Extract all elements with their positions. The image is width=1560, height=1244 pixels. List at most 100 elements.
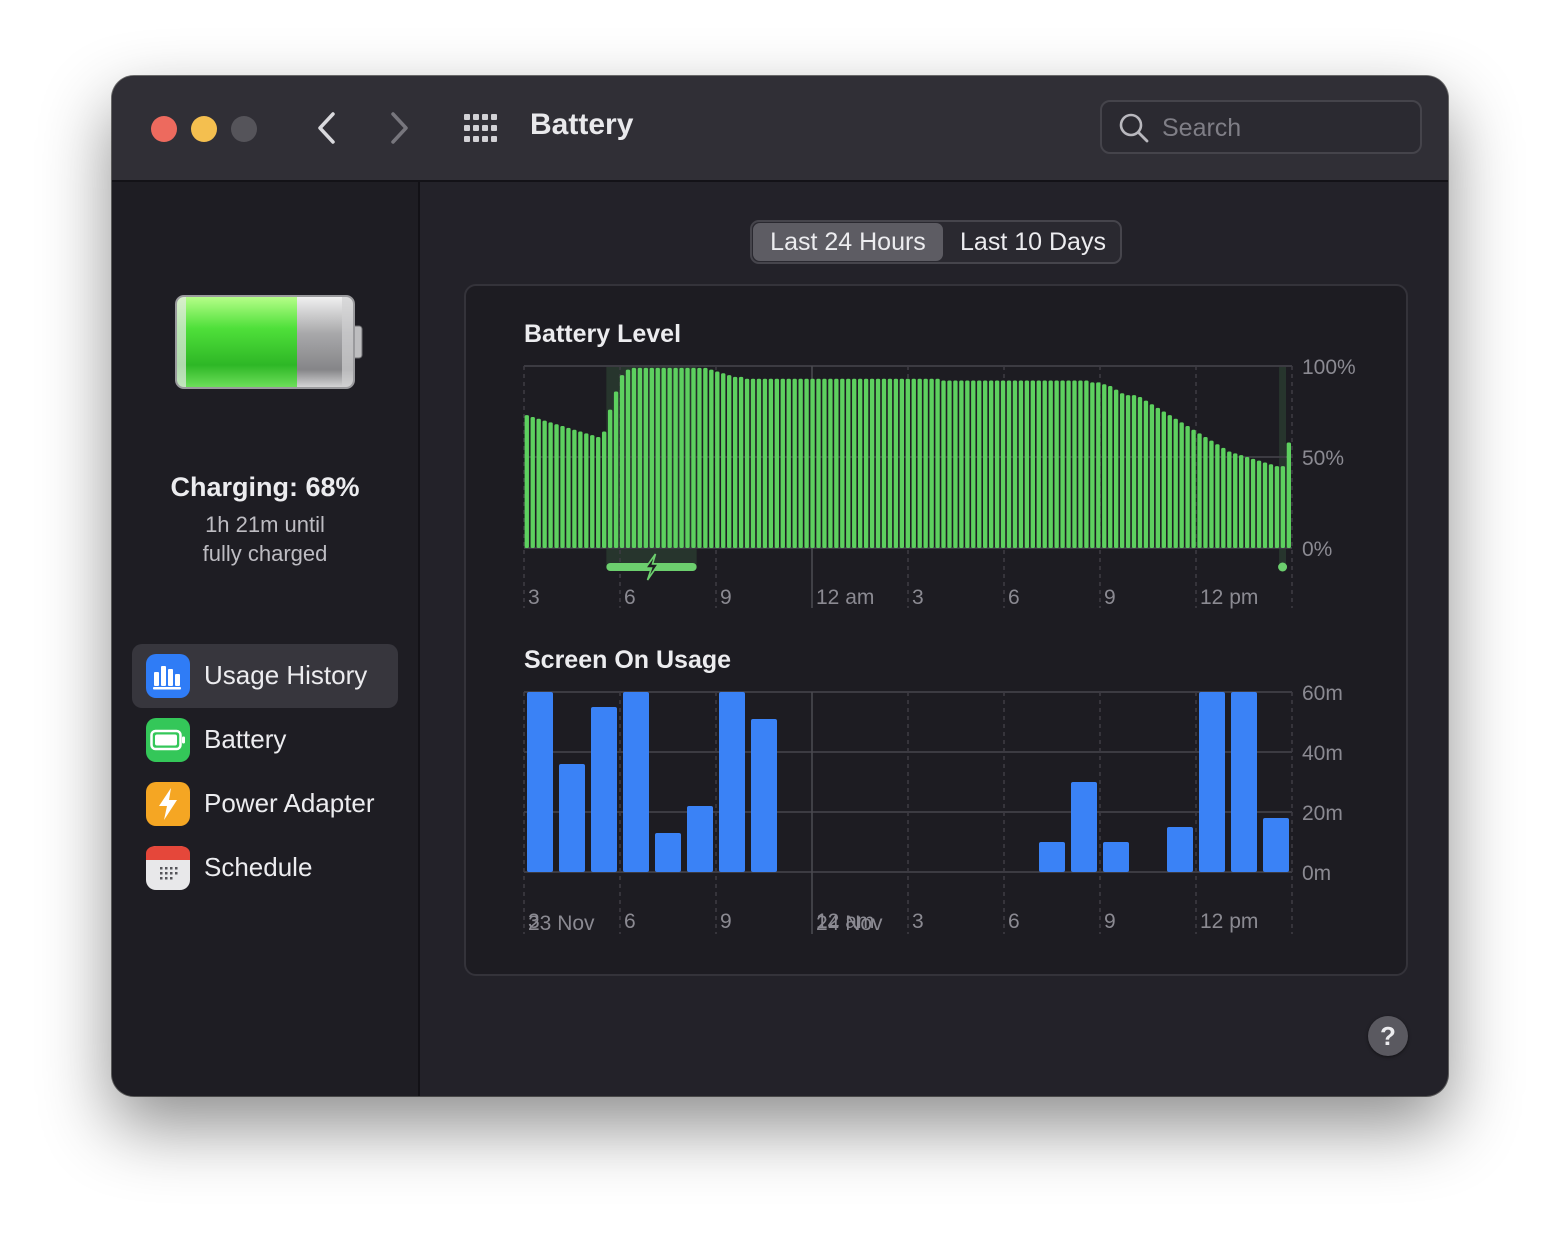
battery-level-bar bbox=[709, 369, 714, 548]
x-tick-label: 6 bbox=[1008, 586, 1020, 609]
battery-level-bar bbox=[625, 369, 631, 548]
y-tick-label: 20m bbox=[1302, 802, 1343, 825]
x-tick-label: 12 pm bbox=[1200, 586, 1258, 609]
battery-level-bar bbox=[1185, 426, 1190, 548]
battery-level-bar bbox=[596, 436, 601, 548]
battery-level-bar bbox=[727, 375, 732, 548]
battery-level-bar bbox=[816, 378, 821, 548]
charge-status-title: Charging: 68% bbox=[170, 472, 360, 502]
battery-level-bar bbox=[1221, 447, 1226, 548]
charge-time-line2: fully charged bbox=[202, 541, 328, 566]
battery-level-bar bbox=[846, 378, 851, 548]
battery-level-bar bbox=[1256, 460, 1262, 548]
x-tick-label: 9 bbox=[1104, 910, 1116, 933]
battery-level-bar bbox=[1131, 395, 1137, 548]
battery-level-bar bbox=[643, 367, 649, 548]
battery-level-bar bbox=[917, 378, 922, 548]
search-input[interactable] bbox=[1160, 112, 1414, 144]
search-field[interactable] bbox=[1100, 100, 1422, 154]
x-tick-label: 6 bbox=[1008, 910, 1020, 933]
battery-level-bar bbox=[655, 367, 660, 548]
usage-history-panel: Battery Level 100% 50% 0% 3 6 9 12 am 3 6 9 12 pm … bbox=[464, 284, 1408, 976]
battery-level-bar bbox=[905, 378, 910, 548]
x-tick-label: 6 bbox=[624, 586, 636, 609]
battery-level-bar bbox=[572, 429, 577, 548]
time-range-control: Last 24 Hours Last 10 Days bbox=[750, 220, 1122, 264]
battery-level-bar bbox=[590, 435, 595, 548]
x-tick-label: 12 am bbox=[816, 586, 874, 609]
tab-last-10-days[interactable]: Last 10 Days bbox=[945, 223, 1121, 261]
screen-usage-bar bbox=[1263, 818, 1289, 872]
battery-level-bar bbox=[673, 367, 678, 548]
battery-level-bar bbox=[881, 378, 887, 548]
battery-level-bar bbox=[1155, 407, 1161, 548]
battery-level-bar bbox=[1227, 451, 1232, 548]
battery-level-bar bbox=[798, 378, 803, 548]
zoom-button[interactable] bbox=[231, 116, 257, 142]
battery-level-bar bbox=[1179, 422, 1184, 548]
screen-usage-bar bbox=[1039, 842, 1065, 872]
battery-level-bar bbox=[869, 378, 875, 548]
x-tick-label: 9 bbox=[720, 586, 732, 609]
charge-time-remaining: 1h 21m until fully charged bbox=[112, 510, 418, 568]
x-tick-label: 3 bbox=[528, 586, 540, 609]
battery-level-bar bbox=[959, 380, 964, 548]
sidebar-item-battery[interactable]: Battery bbox=[132, 708, 398, 772]
battery-level-bar bbox=[828, 378, 833, 548]
battery-level-bar bbox=[1161, 411, 1166, 548]
x-tick-label: 12 pm bbox=[1200, 910, 1258, 933]
window-title: Battery bbox=[530, 108, 634, 141]
battery-level-bar bbox=[834, 378, 839, 548]
back-button[interactable] bbox=[308, 106, 344, 150]
battery-level-bar bbox=[792, 378, 797, 548]
minimize-button[interactable] bbox=[191, 116, 217, 142]
screen-usage-bar bbox=[655, 833, 681, 872]
battery-level-bar bbox=[935, 378, 940, 548]
sidebar-item-power-adapter[interactable]: Power Adapter bbox=[132, 772, 398, 836]
battery-level-bar bbox=[536, 418, 541, 548]
sidebar-item-label: Battery bbox=[204, 724, 287, 754]
y-tick-label: 0% bbox=[1302, 538, 1332, 561]
close-button[interactable] bbox=[151, 116, 177, 142]
battery-level-bar bbox=[1108, 386, 1113, 548]
battery-level-bar bbox=[762, 378, 768, 548]
battery-level-bar bbox=[1012, 380, 1018, 548]
search-icon bbox=[1119, 113, 1149, 143]
battery-level-bar bbox=[768, 378, 774, 548]
battery-window: Battery Search Charging: 68% 1h 21m unti… bbox=[112, 76, 1448, 1096]
date-label: 23 Nov bbox=[528, 912, 595, 935]
sidebar-item-usage-history[interactable]: Usage History bbox=[132, 644, 398, 708]
bolt-icon bbox=[146, 782, 190, 826]
battery-level-bar bbox=[840, 378, 845, 548]
battery-level-title: Battery Level bbox=[524, 320, 682, 348]
battery-level-bar bbox=[774, 378, 779, 548]
battery-level-bar bbox=[1000, 380, 1006, 548]
battery-level-bar bbox=[863, 378, 869, 548]
battery-level-bar bbox=[1054, 380, 1059, 548]
battery-level-bar bbox=[911, 378, 916, 548]
battery-level-bar bbox=[1036, 380, 1041, 548]
battery-level-bar bbox=[721, 373, 726, 548]
show-all-button[interactable] bbox=[462, 112, 502, 144]
battery-level-bar bbox=[1143, 400, 1149, 548]
battery-level-bar bbox=[1167, 415, 1172, 548]
screen-usage-bar bbox=[1167, 827, 1193, 872]
battery-level-bar bbox=[1042, 380, 1047, 548]
battery-level-bar bbox=[1191, 429, 1196, 548]
screen-usage-bar bbox=[623, 692, 649, 872]
screen-usage-bar bbox=[1103, 842, 1129, 872]
battery-level-bar bbox=[732, 376, 738, 548]
battery-level-bar bbox=[1244, 457, 1250, 548]
forward-button[interactable] bbox=[382, 106, 418, 150]
help-button[interactable]: ? bbox=[1368, 1016, 1408, 1056]
date-label: 24 Nov bbox=[816, 912, 883, 935]
tab-last-24-hours[interactable]: Last 24 Hours bbox=[753, 223, 943, 261]
battery-level-bar bbox=[994, 380, 1000, 548]
y-tick-label: 50% bbox=[1302, 447, 1344, 470]
sidebar-item-schedule[interactable]: Schedule bbox=[132, 836, 398, 900]
battery-level-bar bbox=[971, 380, 976, 548]
battery-level-bar bbox=[810, 378, 815, 548]
battery-level-bar bbox=[578, 431, 583, 548]
x-tick-label: 3 bbox=[912, 586, 924, 609]
screen-usage-bar bbox=[1231, 692, 1257, 872]
